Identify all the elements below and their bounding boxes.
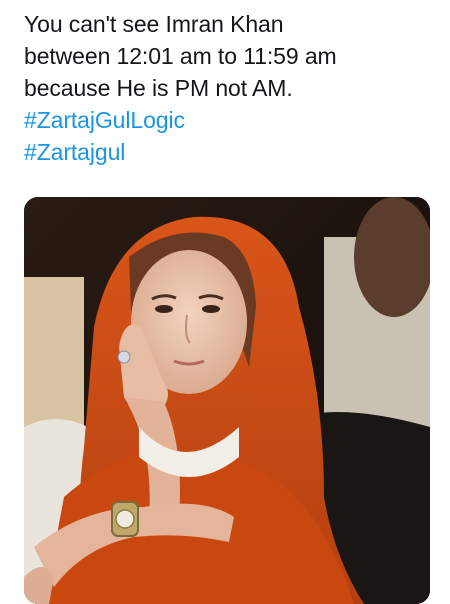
- tweet-text: You can't see Imran Khan between 12:01 a…: [24, 8, 434, 168]
- hashtag-link-zartajgullogic[interactable]: #ZartajGulLogic: [24, 104, 434, 136]
- tweet-text-line-3: because He is PM not AM.: [24, 75, 293, 101]
- tweet-text-line-2: between 12:01 am to 11:59 am: [24, 43, 337, 69]
- photo-illustration: [24, 197, 430, 604]
- tweet-photo[interactable]: [24, 197, 430, 604]
- tweet-text-line-1: You can't see Imran Khan: [24, 11, 284, 37]
- hashtag-link-zartajgul[interactable]: #Zartajgul: [24, 136, 434, 168]
